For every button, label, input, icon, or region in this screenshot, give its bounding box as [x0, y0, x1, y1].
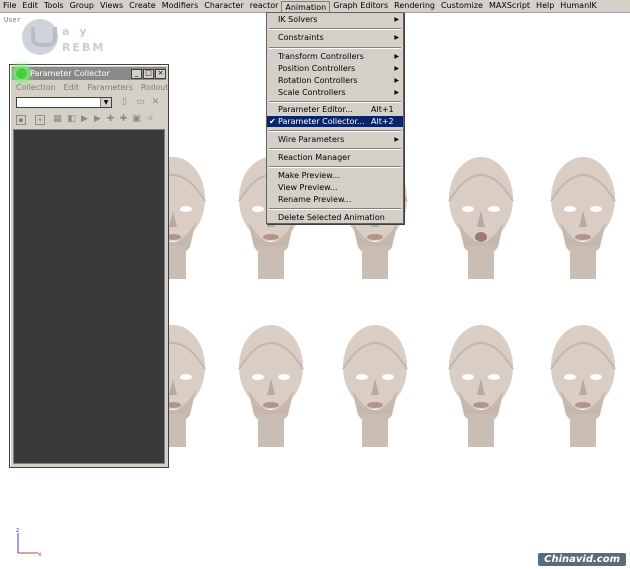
svg-text:x: x [38, 551, 42, 557]
menu-tools[interactable]: Tools [41, 0, 67, 12]
menu-separator [269, 47, 401, 49]
menu-item-make-preview[interactable]: Make Preview... [267, 170, 403, 181]
menu-collection[interactable]: Collection [12, 82, 60, 93]
submenu-arrow-icon: ▶ [394, 136, 399, 143]
menu-item-parameter-editor[interactable]: Parameter Editor... Alt+1 [267, 104, 403, 115]
menu-maxscript[interactable]: MAXScript [486, 0, 533, 12]
shortcut-label: Alt+1 [371, 105, 394, 114]
menu-edit[interactable]: Edit [60, 82, 84, 93]
logo-text-top: a y [62, 25, 90, 38]
head-model[interactable] [540, 151, 626, 279]
new-collection-icon[interactable]: ▯ [120, 98, 129, 107]
menu-item-delete-selected-animation[interactable]: Delete Selected Animation [267, 212, 403, 223]
menu-character[interactable]: Character [201, 0, 247, 12]
logo: a y REBM [22, 19, 122, 63]
menu-item-rotation-controllers[interactable]: Rotation Controllers ▶ [267, 75, 403, 86]
menu-graph-editors[interactable]: Graph Editors [330, 0, 391, 12]
parameter-collector-toolbar: ▪ + ▦ ◧ ▶ ▶ ✚ ✚ ▣ ✧ [16, 115, 166, 126]
menu-item-scale-controllers[interactable]: Scale Controllers ▶ [267, 87, 403, 98]
menu-separator [269, 208, 401, 210]
menu-item-position-controllers[interactable]: Position Controllers ▶ [267, 63, 403, 74]
menu-help[interactable]: Help [533, 0, 557, 12]
maximize-button[interactable]: □ [143, 69, 154, 79]
parameter-collector-titlebar[interactable]: Parameter Collector _ □ × [12, 67, 166, 80]
menu-item-rename-preview[interactable]: Rename Preview... [267, 194, 403, 205]
head-model[interactable] [438, 319, 524, 447]
submenu-arrow-icon: ▶ [394, 16, 399, 23]
reset-icon[interactable]: ▣ [132, 115, 141, 124]
play-icon[interactable]: ▶ [80, 115, 89, 124]
menu-separator [269, 101, 401, 103]
menu-rollout[interactable]: Rollout [137, 82, 173, 93]
menu-views[interactable]: Views [97, 0, 126, 12]
grid-icon[interactable]: ▦ [53, 115, 62, 124]
menu-file[interactable]: File [0, 0, 19, 12]
animation-menu: IK Solvers ▶ Constraints ▶ Transform Con… [266, 12, 404, 224]
menu-item-wire-parameters[interactable]: Wire Parameters ▶ [267, 134, 403, 145]
submenu-arrow-icon: ▶ [394, 89, 399, 96]
menu-separator [269, 166, 401, 168]
app-icon [16, 68, 27, 79]
add-selected-icon[interactable]: + [35, 115, 45, 125]
menu-parameters[interactable]: Parameters [83, 82, 137, 93]
menu-rendering[interactable]: Rendering [391, 0, 438, 12]
parameter-collector-panel[interactable] [13, 129, 165, 464]
duplicate-collection-icon[interactable]: ▭ [136, 98, 145, 107]
svg-text:z: z [16, 527, 19, 534]
next-key-icon[interactable]: ▶ [93, 115, 102, 124]
close-button[interactable]: × [155, 69, 166, 79]
head-model[interactable] [332, 319, 418, 447]
menu-modifiers[interactable]: Modifiers [159, 0, 202, 12]
menu-reactor[interactable]: reactor [247, 0, 282, 12]
submenu-arrow-icon: ▶ [394, 34, 399, 41]
watermark: Chinavid.com [538, 553, 626, 566]
menu-create[interactable]: Create [126, 0, 159, 12]
wand-icon[interactable]: ✧ [146, 115, 155, 124]
shortcut-label: Alt+2 [371, 117, 394, 126]
submenu-arrow-icon: ▶ [394, 77, 399, 84]
head-model[interactable] [228, 319, 314, 447]
menu-item-constraints[interactable]: Constraints ▶ [267, 32, 403, 43]
menu-item-view-preview[interactable]: View Preview... [267, 182, 403, 193]
window-title: Parameter Collector [30, 69, 110, 78]
submenu-arrow-icon: ▶ [394, 65, 399, 72]
select-icon[interactable]: ▪ [16, 115, 26, 125]
menu-separator [269, 130, 401, 132]
menu-separator [269, 28, 401, 30]
head-model[interactable] [438, 151, 524, 279]
minimize-button[interactable]: _ [131, 69, 142, 79]
collection-dropdown[interactable]: ▼ [16, 97, 112, 108]
viewport-label[interactable]: User [4, 16, 21, 24]
submenu-arrow-icon: ▶ [394, 53, 399, 60]
chevron-down-icon[interactable]: ▼ [100, 98, 111, 107]
logo-text-bottom: REBM [62, 41, 106, 54]
menu-item-transform-controllers[interactable]: Transform Controllers ▶ [267, 51, 403, 62]
key-icon[interactable]: ◧ [67, 115, 76, 124]
menu-humanik[interactable]: HumanIK [557, 0, 599, 12]
axis-gizmo-icon: z x [16, 527, 42, 557]
menu-item-reaction-manager[interactable]: Reaction Manager [267, 152, 403, 163]
delete-collection-icon[interactable]: ✕ [151, 98, 160, 107]
checkmark-icon: ✔ [269, 117, 276, 126]
menu-item-parameter-collector[interactable]: ✔ Parameter Collector... Alt+2 [267, 116, 403, 127]
menu-animation[interactable]: Animation [281, 0, 331, 12]
move-down-icon[interactable]: ✚ [119, 115, 128, 124]
menu-edit[interactable]: Edit [19, 0, 41, 12]
move-up-icon[interactable]: ✚ [106, 115, 115, 124]
menu-separator [269, 148, 401, 150]
menu-group[interactable]: Group [67, 0, 97, 12]
menu-customize[interactable]: Customize [438, 0, 486, 12]
parameter-collector-menu: Collection Edit Parameters Rollout [12, 82, 169, 93]
parameter-collector-window[interactable]: Parameter Collector _ □ × Collection Edi… [9, 64, 169, 468]
head-model[interactable] [540, 319, 626, 447]
menu-item-ik-solvers[interactable]: IK Solvers ▶ [267, 14, 403, 25]
logo-mark [22, 19, 58, 55]
